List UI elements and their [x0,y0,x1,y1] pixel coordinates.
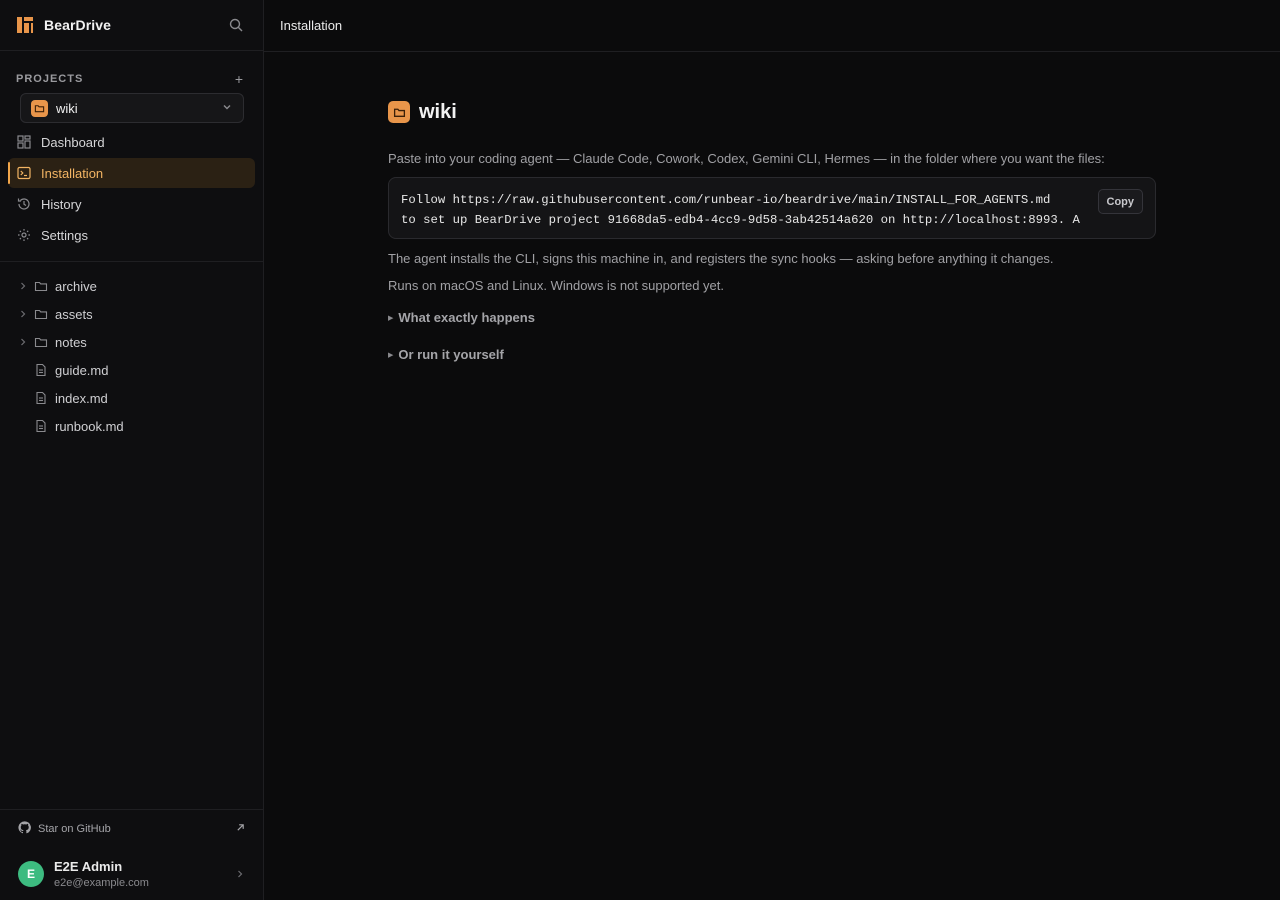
user-menu[interactable]: E E2E Admin e2e@example.com [0,848,263,900]
brand[interactable]: BearDrive [17,17,111,33]
installation-content: wiki Paste into your coding agent — Clau… [264,52,1156,362]
chevron-down-icon [221,101,233,116]
tree-file-index[interactable]: index.md [8,384,255,412]
star-on-github-link[interactable]: Star on GitHub [0,810,263,848]
projects-label: PROJECTS [16,72,84,85]
tree-item-label: archive [55,278,97,294]
app-root: BearDrive PROJECTS + wiki Dashboard Inst… [0,0,1280,900]
folder-icon [34,279,48,293]
sidebar-item-label: Settings [41,227,88,243]
details-label: Or run it yourself [398,347,504,362]
install-command-box[interactable]: Follow https://raw.githubusercontent.com… [388,177,1156,239]
selected-project-name: wiki [56,100,78,116]
history-icon [17,197,31,211]
platform-support-note: Runs on macOS and Linux. Windows is not … [388,278,725,293]
tree-file-guide[interactable]: guide.md [8,356,255,384]
tree-item-label: assets [55,306,93,322]
tree-folder-assets[interactable]: assets [8,300,255,328]
project-select[interactable]: wiki [20,93,244,123]
projects-header: PROJECTS + [0,51,263,87]
install-instructions: Paste into your coding agent — Claude Co… [388,151,1105,166]
sidebar-item-label: Dashboard [41,134,105,150]
folder-icon [34,307,48,321]
details-run-it-yourself[interactable]: ▶ Or run it yourself [388,347,1156,362]
app-name: BearDrive [44,17,112,33]
details-label: What exactly happens [398,310,535,325]
folder-icon [388,101,410,123]
page-breadcrumb: Installation [280,18,343,33]
tree-file-runbook[interactable]: runbook.md [8,412,255,440]
sidebar-item-history[interactable]: History [8,189,255,219]
main-panel: Installation wiki Paste into your coding… [264,0,1280,900]
chevron-right-icon [18,281,28,291]
gear-icon [17,228,31,242]
tree-folder-notes[interactable]: notes [8,328,255,356]
page-title: wiki [388,100,1156,124]
sidebar-item-label: History [41,196,82,212]
add-project-button[interactable]: + [235,72,243,86]
agent-description: The agent installs the CLI, signs this m… [388,251,1054,266]
install-command-line-2: to set up BearDrive project 91668da5-edb… [401,213,1080,227]
tree-folder-archive[interactable]: archive [8,272,255,300]
file-tree: archive assets notes guide.md index.md r… [0,272,263,440]
sidebar-divider [0,261,263,262]
file-icon [34,363,48,377]
sidebar-item-settings[interactable]: Settings [8,220,255,250]
dashboard-icon [17,135,31,149]
user-name: E2E Admin [54,859,123,874]
chevron-right-icon [235,867,245,882]
topbar: Installation [264,0,1280,52]
project-title: wiki [419,100,457,123]
search-icon[interactable] [227,16,245,34]
install-command-line-1: Follow https://raw.githubusercontent.com… [401,193,1051,207]
folder-icon [34,335,48,349]
tree-item-label: guide.md [55,362,109,378]
star-on-github-label: Star on GitHub [38,823,111,835]
sidebar-item-installation[interactable]: Installation [8,158,255,188]
brand-bar: BearDrive [0,0,263,51]
tree-item-label: runbook.md [55,418,124,434]
external-link-icon [236,823,245,835]
sidebar-nav: Dashboard Installation History Settings [0,127,263,251]
sidebar: BearDrive PROJECTS + wiki Dashboard Inst… [0,0,264,900]
tree-item-label: notes [55,334,87,350]
details-what-exactly-happens[interactable]: ▶ What exactly happens [388,310,1156,325]
disclosure-triangle-icon: ▶ [388,351,394,359]
avatar: E [18,861,44,887]
sidebar-item-dashboard[interactable]: Dashboard [8,127,255,157]
chevron-right-icon [18,337,28,347]
file-icon [34,391,48,405]
terminal-icon [17,166,31,180]
copy-button[interactable]: Copy [1097,189,1143,214]
github-icon [18,821,31,837]
tree-item-label: index.md [55,390,108,406]
file-icon [34,419,48,433]
disclosure-triangle-icon: ▶ [388,314,394,322]
chevron-right-icon [18,309,28,319]
beardrive-logo-icon [17,17,33,33]
user-email: e2e@example.com [54,877,149,889]
sidebar-footer: Star on GitHub E E2E Admin e2e@example.c… [0,809,263,900]
folder-icon [31,99,48,117]
sidebar-item-label: Installation [41,165,104,181]
